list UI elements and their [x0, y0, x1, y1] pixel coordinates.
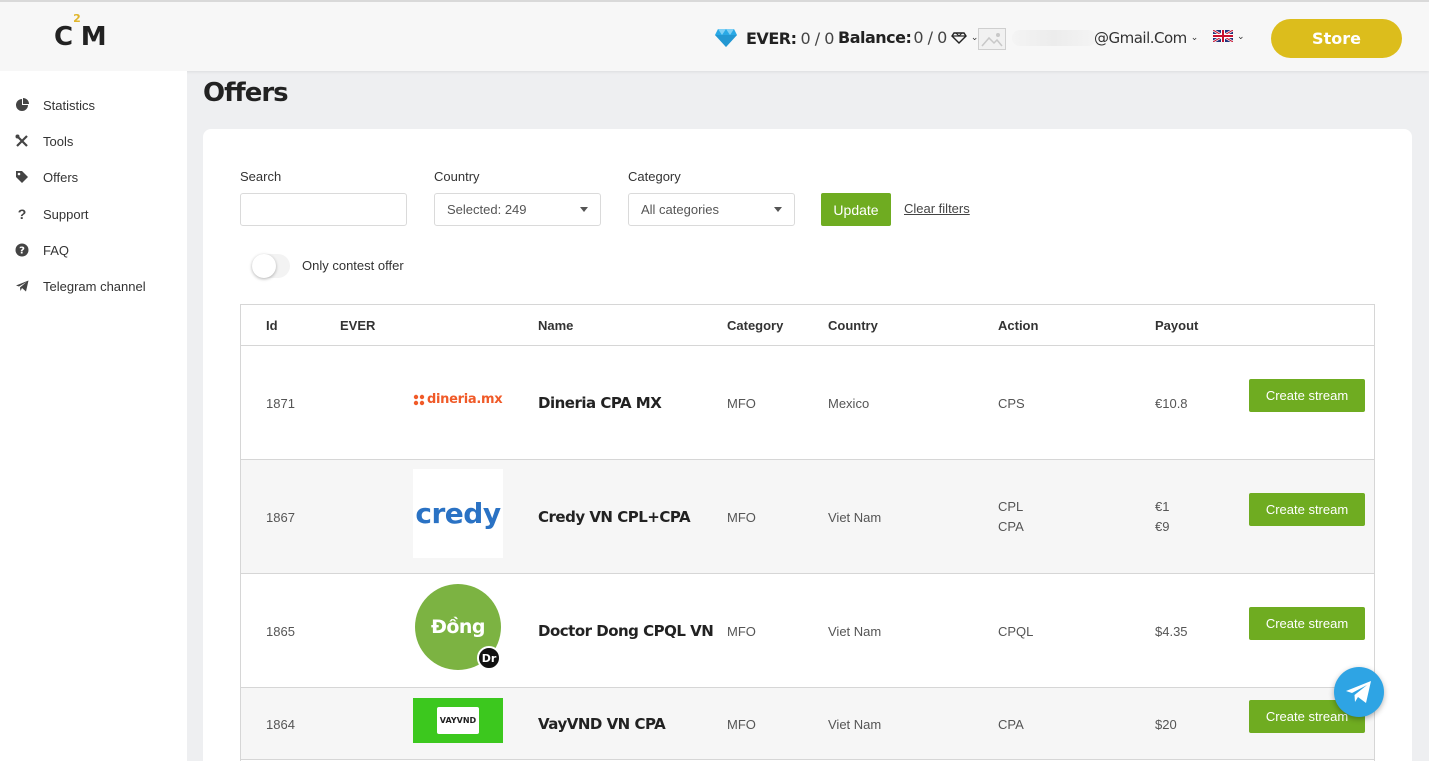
ever-value: 0 / 0	[800, 28, 834, 48]
chevron-down-icon: ⌄	[970, 32, 979, 43]
offer-name[interactable]: Doctor Dong CPQL VN	[538, 622, 714, 640]
sidebar: Statistics Tools Offers ? Support ? FAQ …	[0, 71, 187, 761]
sidebar-item-statistics[interactable]: Statistics	[14, 95, 95, 115]
tools-icon	[14, 133, 30, 149]
sidebar-item-tools[interactable]: Tools	[14, 131, 73, 151]
create-stream-button[interactable]: Create stream	[1249, 379, 1365, 412]
offer-action: CPL	[998, 499, 1024, 514]
column-header-action: Action	[998, 318, 1039, 333]
sidebar-item-offers[interactable]: Offers	[14, 167, 78, 187]
balance-value: 0 / 0	[913, 28, 947, 47]
pie-chart-icon	[14, 97, 30, 113]
offer-category: MFO	[727, 624, 756, 639]
search-input[interactable]	[240, 193, 407, 226]
column-header-payout: Payout	[1155, 318, 1199, 333]
toggle-knob	[252, 254, 276, 278]
language-dropdown[interactable]: ⌄	[1213, 30, 1245, 42]
offer-name[interactable]: Dineria CPA MX	[538, 394, 662, 412]
offer-country: Viet Nam	[828, 717, 882, 732]
offer-payout: €10.8	[1155, 396, 1188, 411]
create-stream-button[interactable]: Create stream	[1249, 607, 1365, 640]
dineria-dots-icon	[413, 394, 425, 405]
offer-payout: $4.35	[1155, 624, 1188, 639]
avatar-image-icon[interactable]	[978, 28, 1006, 50]
page-title: Offers	[203, 78, 289, 108]
sidebar-item-faq[interactable]: ? FAQ	[14, 240, 69, 260]
column-header-ever: EVER	[340, 318, 376, 333]
tag-icon	[14, 169, 30, 185]
offer-action: CPA	[998, 717, 1024, 732]
user-email-dropdown[interactable]: @Gmail.Com ⌄	[1094, 29, 1198, 47]
category-label: Category	[628, 169, 681, 184]
diamond-outline-icon	[950, 31, 967, 44]
offer-name[interactable]: VayVND VN CPA	[538, 715, 666, 733]
country-label: Country	[434, 169, 480, 184]
search-label: Search	[240, 169, 282, 184]
offers-table: Id EVER Name Category Country Action Pay…	[240, 304, 1375, 761]
c2m-logo[interactable]: C2M	[54, 12, 107, 52]
offer-country: Viet Nam	[828, 624, 882, 639]
offer-name[interactable]: Credy VN CPL+CPA	[538, 508, 691, 526]
offer-id: 1864	[266, 717, 295, 732]
blurred-username	[1012, 30, 1096, 46]
offer-country: Mexico	[828, 396, 870, 411]
offer-category: MFO	[727, 510, 756, 525]
clear-filters-link[interactable]: Clear filters	[904, 201, 970, 216]
question-icon: ?	[17, 206, 27, 222]
diamond-icon	[715, 29, 737, 47]
contest-offer-label: Only contest offer	[302, 258, 404, 273]
caret-down-icon	[580, 207, 588, 212]
column-header-name: Name	[538, 318, 574, 333]
telegram-icon	[1346, 681, 1371, 703]
caret-down-icon	[774, 207, 782, 212]
column-header-id: Id	[266, 318, 278, 333]
create-stream-button[interactable]: Create stream	[1249, 493, 1365, 526]
update-button[interactable]: Update	[821, 193, 891, 226]
table-row: 1864 VAYVND VayVND VN CPA MFO Viet Nam C…	[241, 688, 1374, 760]
column-header-category: Category	[727, 318, 784, 333]
table-row: 1865 Đồng Dr Doctor Dong CPQL VN MFO Vie…	[241, 574, 1374, 688]
column-header-country: Country	[828, 318, 878, 333]
offer-id: 1865	[266, 624, 295, 639]
chevron-down-icon: ⌄	[1190, 33, 1199, 43]
offer-category: MFO	[727, 717, 756, 732]
offer-payout: €9	[1155, 519, 1170, 534]
telegram-floating-button[interactable]	[1334, 667, 1384, 717]
offer-category: MFO	[727, 396, 756, 411]
sidebar-item-telegram-channel[interactable]: Telegram channel	[14, 276, 146, 296]
dr-badge: Dr	[477, 646, 501, 670]
country-select[interactable]: Selected: 249	[434, 193, 601, 226]
dineria-logo[interactable]: dineria.mx	[413, 392, 503, 407]
store-button[interactable]: Store	[1271, 19, 1402, 58]
offers-card: Search Country Selected: 249 Category Al…	[203, 129, 1412, 761]
credy-logo[interactable]: credy	[413, 469, 503, 558]
question-circle-icon: ?	[14, 242, 30, 258]
offer-payout: $20	[1155, 717, 1177, 732]
balance-dropdown[interactable]: Balance: 0 / 0 ⌄	[838, 28, 978, 47]
category-select[interactable]: All categories	[628, 193, 795, 226]
top-header: C2M EVER: 0 / 0 Balance: 0 / 0 ⌄ @Gmail.…	[0, 0, 1429, 71]
table-row: 1871 dineria.mx Dineria CPA MX MFO Mexic…	[241, 346, 1374, 460]
svg-text:?: ?	[19, 246, 25, 257]
balance-label: Balance:	[838, 28, 912, 47]
ever-label: EVER:	[746, 28, 797, 48]
vayvnd-logo[interactable]: VAYVND	[413, 698, 503, 743]
table-row: 1867 credy Credy VN CPL+CPA MFO Viet Nam…	[241, 460, 1374, 574]
uk-flag-icon	[1213, 30, 1233, 42]
offer-payout: €1	[1155, 499, 1170, 514]
offer-action: CPS	[998, 396, 1025, 411]
offer-country: Viet Nam	[828, 510, 882, 525]
offer-id: 1867	[266, 510, 295, 525]
doctor-dong-logo[interactable]: Đồng Dr	[415, 584, 501, 670]
sidebar-item-support[interactable]: ? Support	[14, 204, 89, 224]
offer-action: CPA	[998, 519, 1024, 534]
contest-offer-toggle[interactable]	[252, 254, 290, 278]
ever-balance: EVER: 0 / 0	[714, 28, 834, 48]
offer-id: 1871	[266, 396, 295, 411]
offer-action: CPQL	[998, 624, 1034, 639]
telegram-icon	[14, 278, 30, 294]
chevron-down-icon: ⌄	[1237, 30, 1245, 41]
